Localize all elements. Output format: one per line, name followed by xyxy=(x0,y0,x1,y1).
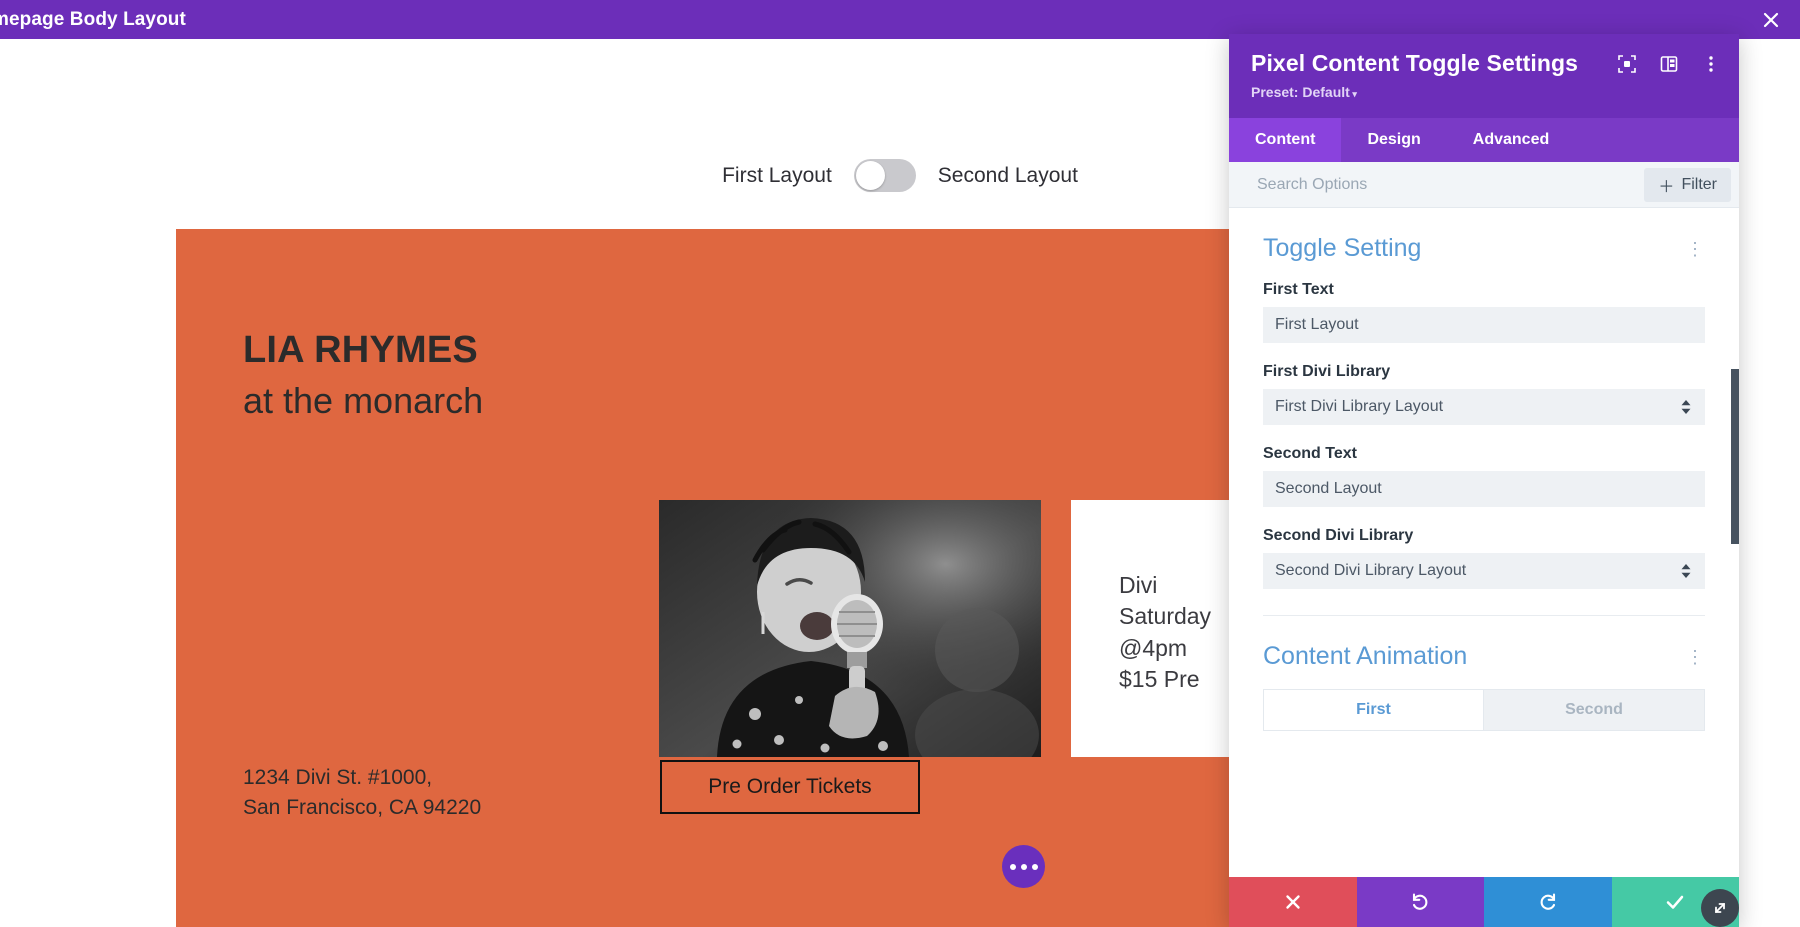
second-divi-library-label: Second Divi Library xyxy=(1263,527,1414,544)
focus-icon[interactable] xyxy=(1617,54,1637,74)
settings-header: Pixel Content Toggle Settings Preset: De… xyxy=(1229,34,1739,118)
tab-content[interactable]: Content xyxy=(1229,118,1342,162)
toggle-setting-title: Toggle Setting xyxy=(1263,234,1422,262)
settings-footer xyxy=(1229,877,1739,927)
layout-panel-icon[interactable] xyxy=(1659,54,1679,74)
cancel-button[interactable] xyxy=(1229,877,1357,927)
animation-first-button[interactable]: First xyxy=(1263,689,1484,731)
hero-subtitle: at the monarch xyxy=(243,380,484,421)
content-animation-title: Content Animation xyxy=(1263,642,1468,670)
second-divi-library-select[interactable] xyxy=(1263,553,1705,589)
tab-advanced[interactable]: Advanced xyxy=(1447,118,1575,162)
second-text-label: Second Text xyxy=(1263,445,1357,462)
first-text-field: First Text xyxy=(1263,281,1705,343)
first-divi-library-label: First Divi Library xyxy=(1263,363,1391,380)
page-settings-dots-button[interactable] xyxy=(1002,845,1045,888)
settings-scroll-area: Toggle Setting ⋮ First Text First Divi L… xyxy=(1229,208,1739,877)
settings-scrollbar[interactable] xyxy=(1731,369,1739,544)
filter-button-label: Filter xyxy=(1681,175,1717,193)
settings-tabs: Content Design Advanced xyxy=(1229,118,1739,162)
second-divi-library-field: Second Divi Library xyxy=(1263,527,1705,589)
chevron-down-icon: ▾ xyxy=(1349,88,1357,99)
close-icon[interactable] xyxy=(1758,7,1784,33)
settings-body: Toggle Setting ⋮ First Text First Divi L… xyxy=(1229,208,1739,877)
plus-icon: ＋ xyxy=(1658,178,1675,196)
filter-button[interactable]: ＋ Filter xyxy=(1644,167,1731,202)
hero-address: 1234 Divi St. #1000, San Francisco, CA 9… xyxy=(243,766,482,820)
resize-handle[interactable] xyxy=(1701,889,1739,927)
content-animation-section-header: Content Animation ⋮ xyxy=(1263,616,1705,689)
hero-title: LIA RHYMES xyxy=(243,329,478,371)
toggle-setting-section-header: Toggle Setting ⋮ xyxy=(1263,208,1705,281)
second-divi-library-select-wrap xyxy=(1263,553,1705,589)
toggle-second-label: Second Layout xyxy=(937,163,1078,187)
toggle-knob xyxy=(855,161,885,190)
first-text-input[interactable] xyxy=(1263,307,1705,343)
dot-icon xyxy=(1009,863,1016,870)
undo-button[interactable] xyxy=(1356,877,1484,927)
redo-button[interactable] xyxy=(1484,877,1612,927)
first-divi-library-field: First Divi Library xyxy=(1263,363,1705,425)
layout-title: mepage Body Layout xyxy=(0,8,186,30)
search-input[interactable] xyxy=(1257,175,1645,194)
toggle-first-label: First Layout xyxy=(722,163,832,187)
first-text-label: First Text xyxy=(1263,281,1334,298)
first-divi-library-select[interactable] xyxy=(1263,389,1705,425)
second-text-field: Second Text xyxy=(1263,445,1705,507)
settings-header-icons xyxy=(1617,54,1721,74)
module-settings-modal: Pixel Content Toggle Settings Preset: De… xyxy=(1229,34,1739,927)
dot-icon xyxy=(1031,863,1038,870)
event-info-text: Divi Saturday @4pm $15 Pre xyxy=(1119,572,1212,692)
singer-with-microphone-photo xyxy=(659,500,1041,757)
dot-icon xyxy=(1020,863,1027,870)
preset-label: Preset: Default xyxy=(1251,83,1350,100)
kebab-menu-icon[interactable] xyxy=(1701,54,1721,74)
layout-toggle-switch[interactable] xyxy=(853,159,916,192)
content-animation-kebab-icon[interactable]: ⋮ xyxy=(1686,648,1705,666)
search-options-row: ＋ Filter xyxy=(1229,162,1739,208)
pre-order-tickets-button[interactable]: Pre Order Tickets xyxy=(660,760,920,814)
second-text-input[interactable] xyxy=(1263,471,1705,507)
tab-design[interactable]: Design xyxy=(1341,118,1446,162)
first-divi-library-select-wrap xyxy=(1263,389,1705,425)
content-animation-buttons: First Second xyxy=(1263,689,1705,731)
toggle-setting-kebab-icon[interactable]: ⋮ xyxy=(1686,240,1705,258)
animation-second-button[interactable]: Second xyxy=(1484,689,1705,731)
preset-selector[interactable]: Preset: Default ▾ xyxy=(1251,84,1717,100)
